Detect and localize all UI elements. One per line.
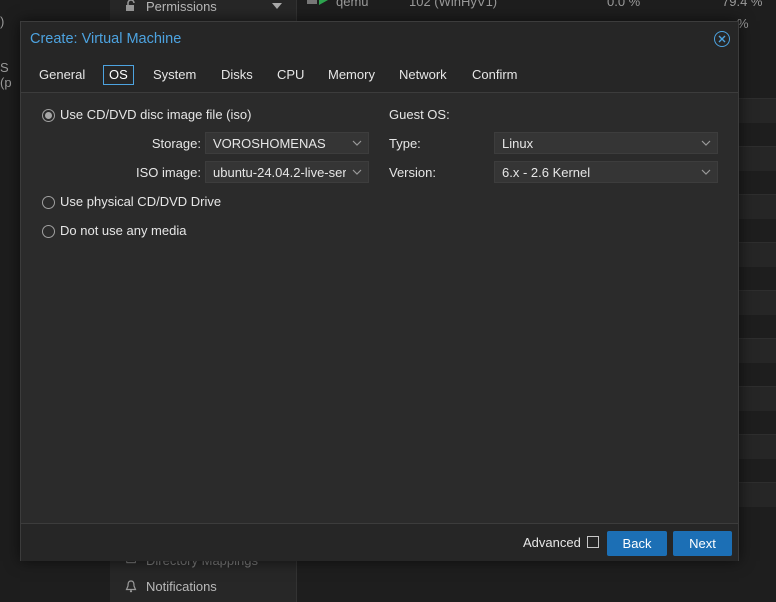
physical-drive-label[interactable]: Use physical CD/DVD Drive (60, 194, 221, 209)
chevron-down-icon (701, 140, 711, 146)
storage-label: Storage: (151, 136, 201, 151)
guest-os-heading: Guest OS: (389, 107, 450, 122)
os-version-select-value: 6.x - 2.6 Kernel (502, 165, 591, 180)
storage-select[interactable]: VOROSHOMENAS (205, 132, 369, 154)
tab-general[interactable]: General (37, 65, 87, 85)
storage-select-value: VOROSHOMENAS (213, 136, 326, 151)
unlock-icon (124, 0, 138, 13)
tab-confirm[interactable]: Confirm (470, 65, 520, 85)
os-type-select-value: Linux (502, 136, 534, 151)
tab-disks[interactable]: Disks (219, 65, 255, 85)
iso-image-select-value: ubuntu-24.04.2-live-server-amd64.iso (213, 165, 346, 180)
table-row (738, 290, 776, 315)
next-button[interactable]: Next (673, 531, 732, 556)
dialog-footer: Advanced Back Next (21, 523, 738, 561)
dialog-header: Create: Virtual Machine (21, 22, 738, 58)
table-cell: 102 (WinHyV1) (409, 0, 498, 9)
background-fragment: S (p (0, 60, 12, 90)
iso-image-label: ISO image: (135, 165, 201, 180)
no-media-radio[interactable] (42, 225, 55, 238)
vm-running-icon (307, 0, 329, 9)
table-cell: qemu (336, 0, 369, 9)
chevron-down-icon (352, 140, 362, 146)
create-vm-dialog: Create: Virtual Machine General OS Syste… (20, 21, 739, 561)
chevron-down-icon (352, 169, 362, 175)
dialog-title: Create: Virtual Machine (30, 31, 182, 47)
tab-system[interactable]: System (151, 65, 198, 85)
sidebar-item-notifications[interactable]: Notifications (124, 576, 217, 596)
table-row (738, 98, 776, 123)
table-row (738, 386, 776, 411)
table-row (738, 482, 776, 507)
chevron-down-icon[interactable] (272, 3, 282, 9)
advanced-label[interactable]: Advanced (523, 535, 581, 550)
sidebar-item-label: Notifications (146, 578, 217, 594)
os-type-label: Type: (389, 136, 421, 151)
iso-radio[interactable] (42, 109, 55, 122)
iso-option-label[interactable]: Use CD/DVD disc image file (iso) (60, 107, 251, 122)
wizard-tabs: General OS System Disks CPU Memory Netwo… (21, 58, 738, 93)
os-panel: Use CD/DVD disc image file (iso) Storage… (21, 93, 738, 523)
table-cell: 0.0 % (607, 0, 641, 9)
tab-network[interactable]: Network (397, 65, 449, 85)
tab-memory[interactable]: Memory (326, 65, 377, 85)
os-type-select[interactable]: Linux (494, 132, 718, 154)
os-version-select[interactable]: 6.x - 2.6 Kernel (494, 161, 718, 183)
table-row (738, 434, 776, 459)
sidebar-item-permissions[interactable]: Permissions (124, 0, 217, 16)
table-row (738, 242, 776, 267)
table-row (738, 146, 776, 171)
tab-cpu[interactable]: CPU (275, 65, 306, 85)
no-media-label[interactable]: Do not use any media (60, 223, 186, 238)
advanced-checkbox[interactable] (587, 536, 599, 548)
os-version-label: Version: (389, 165, 436, 180)
close-button[interactable] (714, 31, 730, 47)
background-fragment: ) (0, 14, 5, 29)
table-row (738, 338, 776, 363)
bell-icon (124, 579, 138, 593)
background-left-panel: ) S (p (0, 0, 20, 602)
physical-drive-radio[interactable] (42, 196, 55, 209)
iso-image-select[interactable]: ubuntu-24.04.2-live-server-amd64.iso (205, 161, 369, 183)
close-icon (718, 35, 726, 43)
table-row (738, 194, 776, 219)
table-cell: 79.4 % (722, 0, 763, 9)
tab-os[interactable]: OS (103, 65, 134, 85)
sidebar-item-label: Permissions (146, 0, 217, 14)
chevron-down-icon (701, 169, 711, 175)
back-button[interactable]: Back (607, 531, 667, 556)
